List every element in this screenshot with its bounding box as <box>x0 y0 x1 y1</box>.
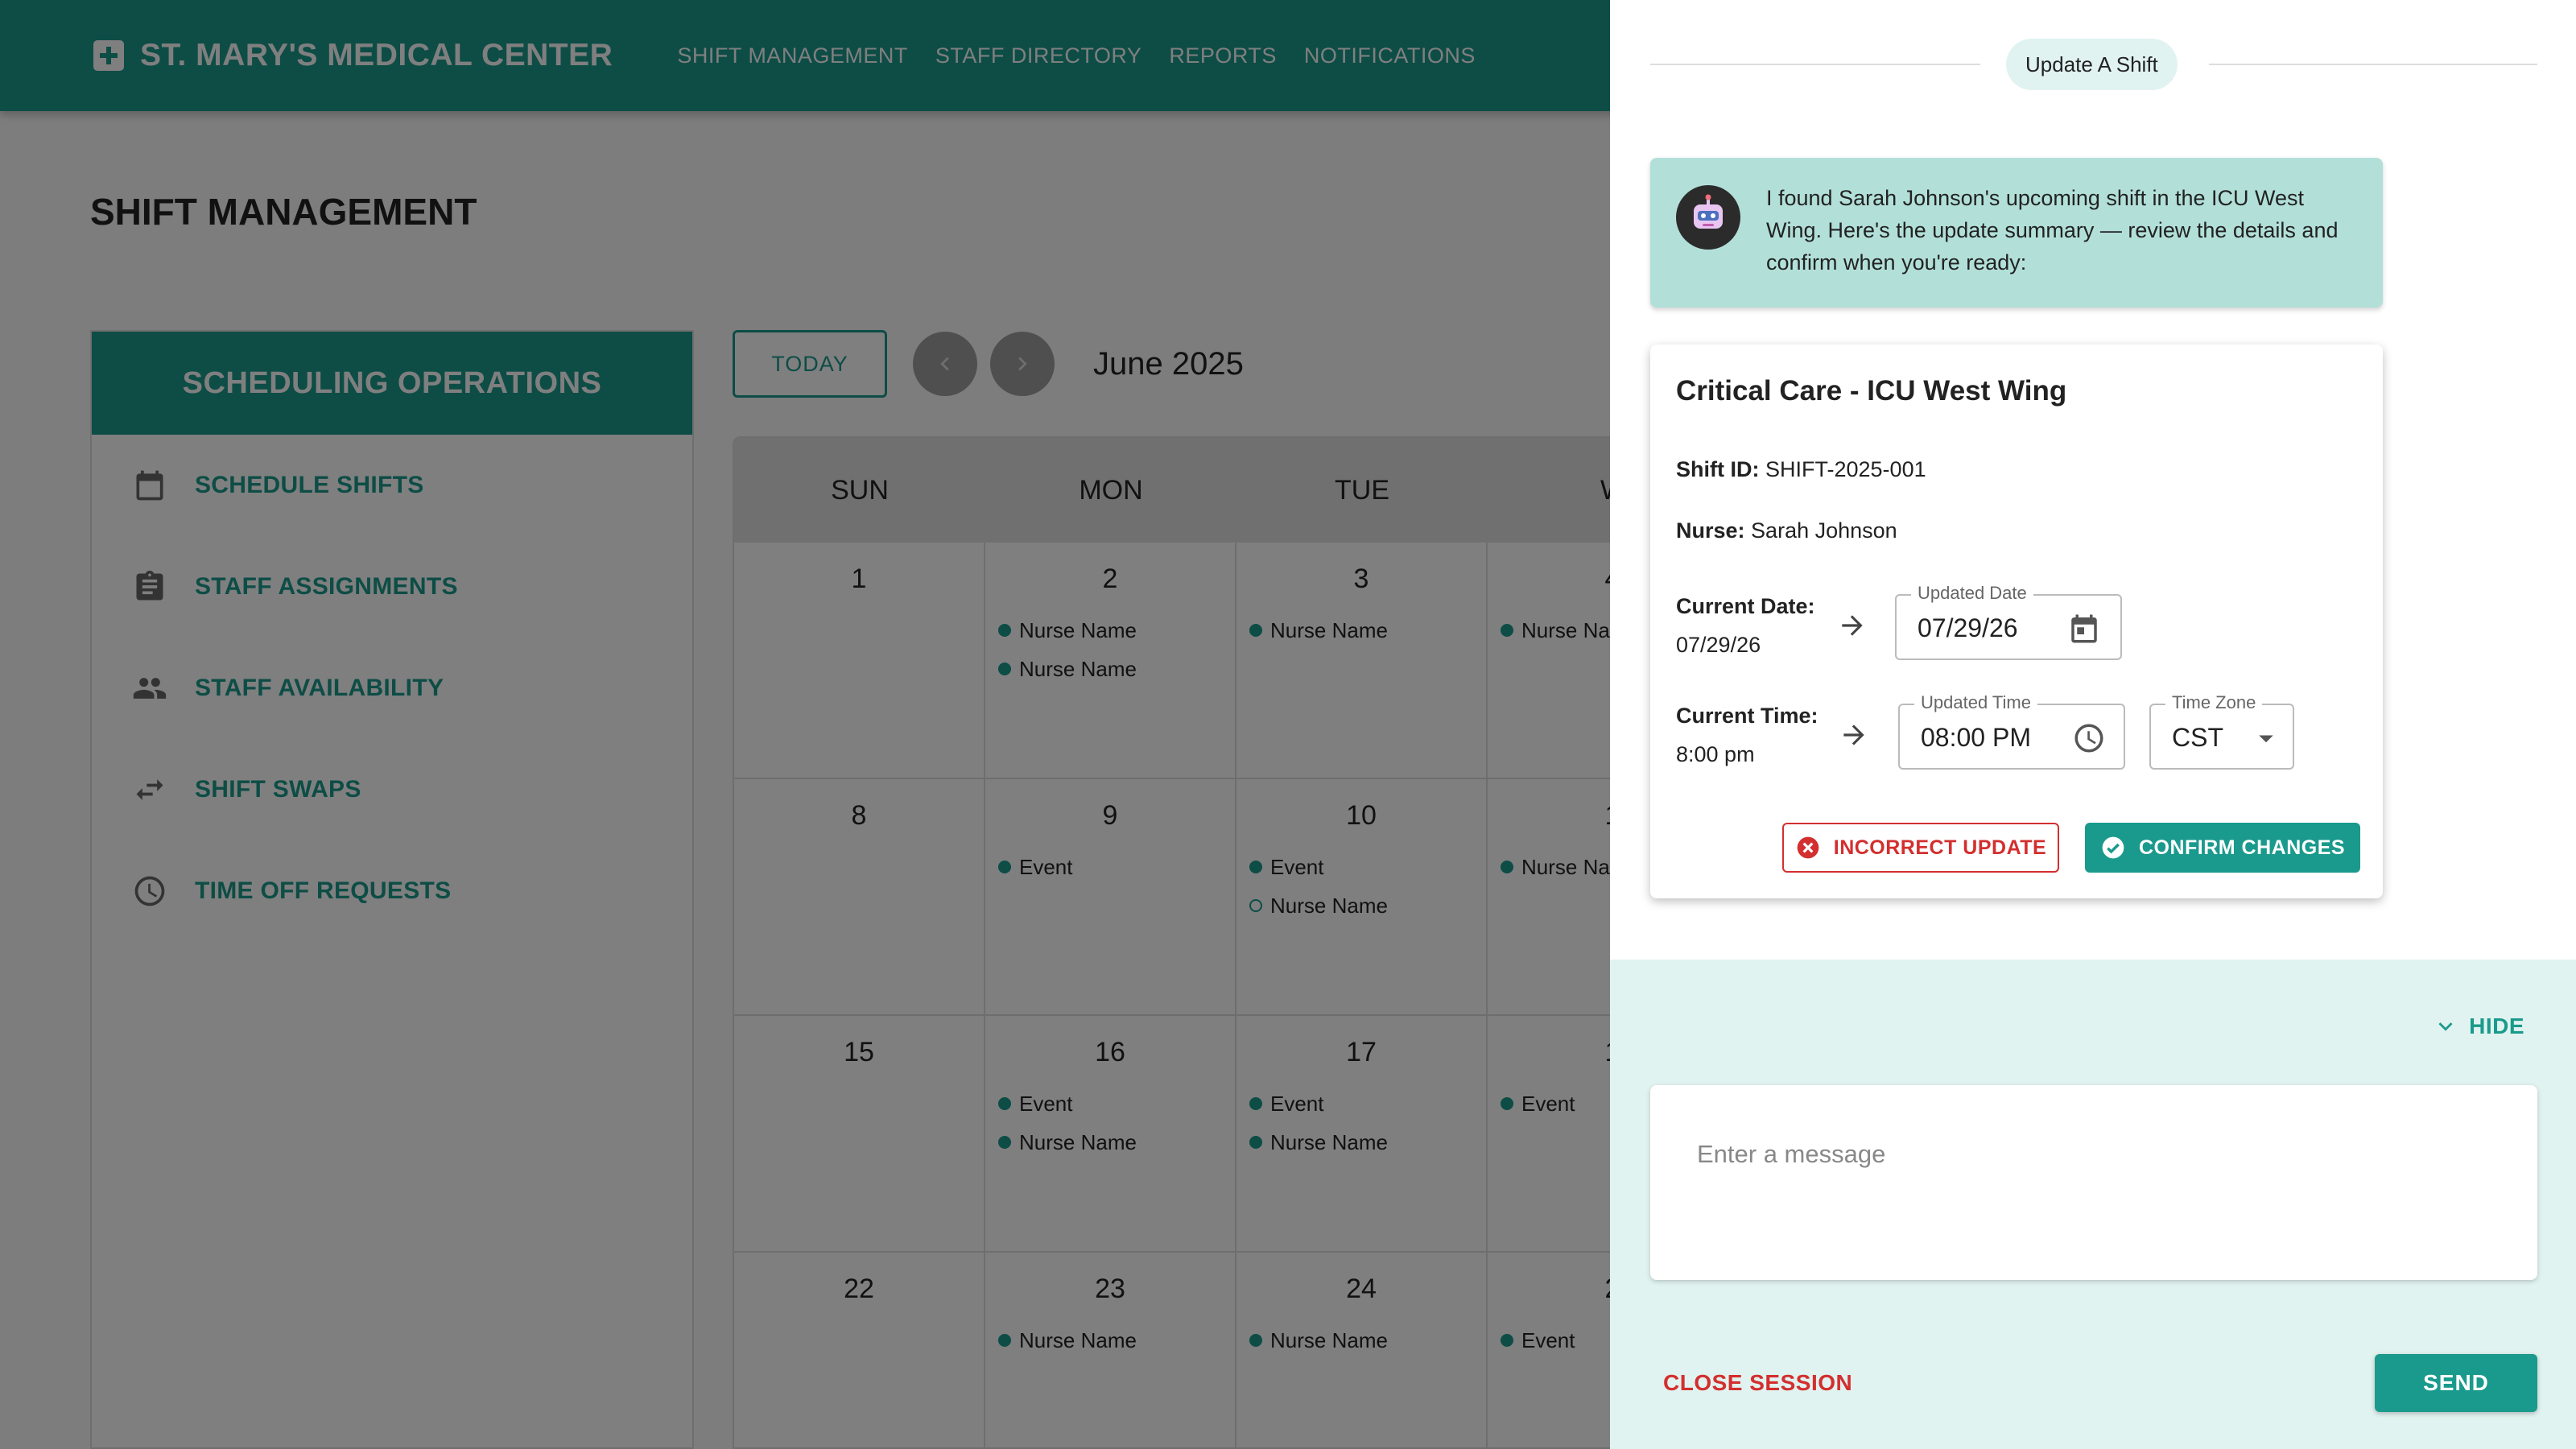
shift-id-label: Shift ID: <box>1676 457 1760 481</box>
assistant-message: I found Sarah Johnson's upcoming shift i… <box>1650 158 2383 308</box>
chat-composer: HIDE CLOSE SESSION SEND <box>1610 960 2576 1449</box>
close-session-button[interactable]: CLOSE SESSION <box>1663 1370 1852 1396</box>
assistant-panel: Update A Shift I found Sarah Johnson's u… <box>1610 0 2576 1449</box>
calendar-picker-icon[interactable] <box>2067 612 2101 646</box>
hide-button[interactable]: HIDE <box>2432 1013 2524 1040</box>
divider <box>1650 64 1980 65</box>
clock-picker-icon[interactable] <box>2072 721 2106 755</box>
confirm-changes-label: CONFIRM CHANGES <box>2138 836 2346 859</box>
updated-date-label: Updated Date <box>1911 583 2033 604</box>
current-date-value: 07/29/26 <box>1676 633 1761 657</box>
robot-avatar-icon <box>1676 185 1740 250</box>
incorrect-update-label: INCORRECT UPDATE <box>1833 836 2047 859</box>
timezone-select[interactable]: Time Zone CST <box>2149 692 2294 770</box>
updated-time-value: 08:00 PM <box>1921 723 2031 752</box>
dropdown-arrow-icon <box>2259 735 2273 743</box>
hide-label: HIDE <box>2469 1013 2524 1038</box>
current-time-label: Current Time: <box>1676 704 1818 728</box>
updated-date-field[interactable]: Updated Date 07/29/26 <box>1895 583 2122 660</box>
divider <box>2209 64 2537 65</box>
send-button[interactable]: SEND <box>2375 1354 2537 1412</box>
modal-backdrop[interactable] <box>0 0 1610 1449</box>
updated-time-field[interactable]: Updated Time 08:00 PM <box>1898 692 2125 770</box>
shift-id-value: SHIFT-2025-001 <box>1765 457 1926 481</box>
confirm-changes-button[interactable]: CONFIRM CHANGES <box>2085 823 2360 873</box>
updated-date-value: 07/29/26 <box>1918 613 2018 642</box>
arrow-right-icon <box>1843 724 1864 745</box>
cancel-circle-icon <box>1797 836 1819 859</box>
nurse-label: Nurse: <box>1676 518 1745 543</box>
timezone-value: CST <box>2172 723 2223 752</box>
assistant-message-text: I found Sarah Johnson's upcoming shift i… <box>1766 186 2339 275</box>
shift-unit-title: Critical Care - ICU West Wing <box>1676 375 2067 407</box>
arrow-right-icon <box>1842 615 1863 636</box>
message-input[interactable] <box>1650 1085 2537 1280</box>
nurse-row: Nurse: Sarah Johnson <box>1676 518 1897 543</box>
updated-time-label: Updated Time <box>1914 692 2037 713</box>
timezone-label: Time Zone <box>2165 692 2263 713</box>
nurse-value: Sarah Johnson <box>1751 518 1897 543</box>
current-date-label: Current Date: <box>1676 594 1815 618</box>
shift-id-row: Shift ID: SHIFT-2025-001 <box>1676 457 1926 482</box>
shift-update-card: Critical Care - ICU West Wing Shift ID: … <box>1650 345 2383 898</box>
check-circle-icon <box>2102 836 2124 859</box>
incorrect-update-button[interactable]: INCORRECT UPDATE <box>1782 823 2059 873</box>
chevron-down-icon <box>2438 1022 2453 1031</box>
chat-history: Update A Shift I found Sarah Johnson's u… <box>1610 0 2576 960</box>
current-time-value: 8:00 pm <box>1676 742 1755 766</box>
session-topic-chip: Update A Shift <box>2006 39 2178 90</box>
